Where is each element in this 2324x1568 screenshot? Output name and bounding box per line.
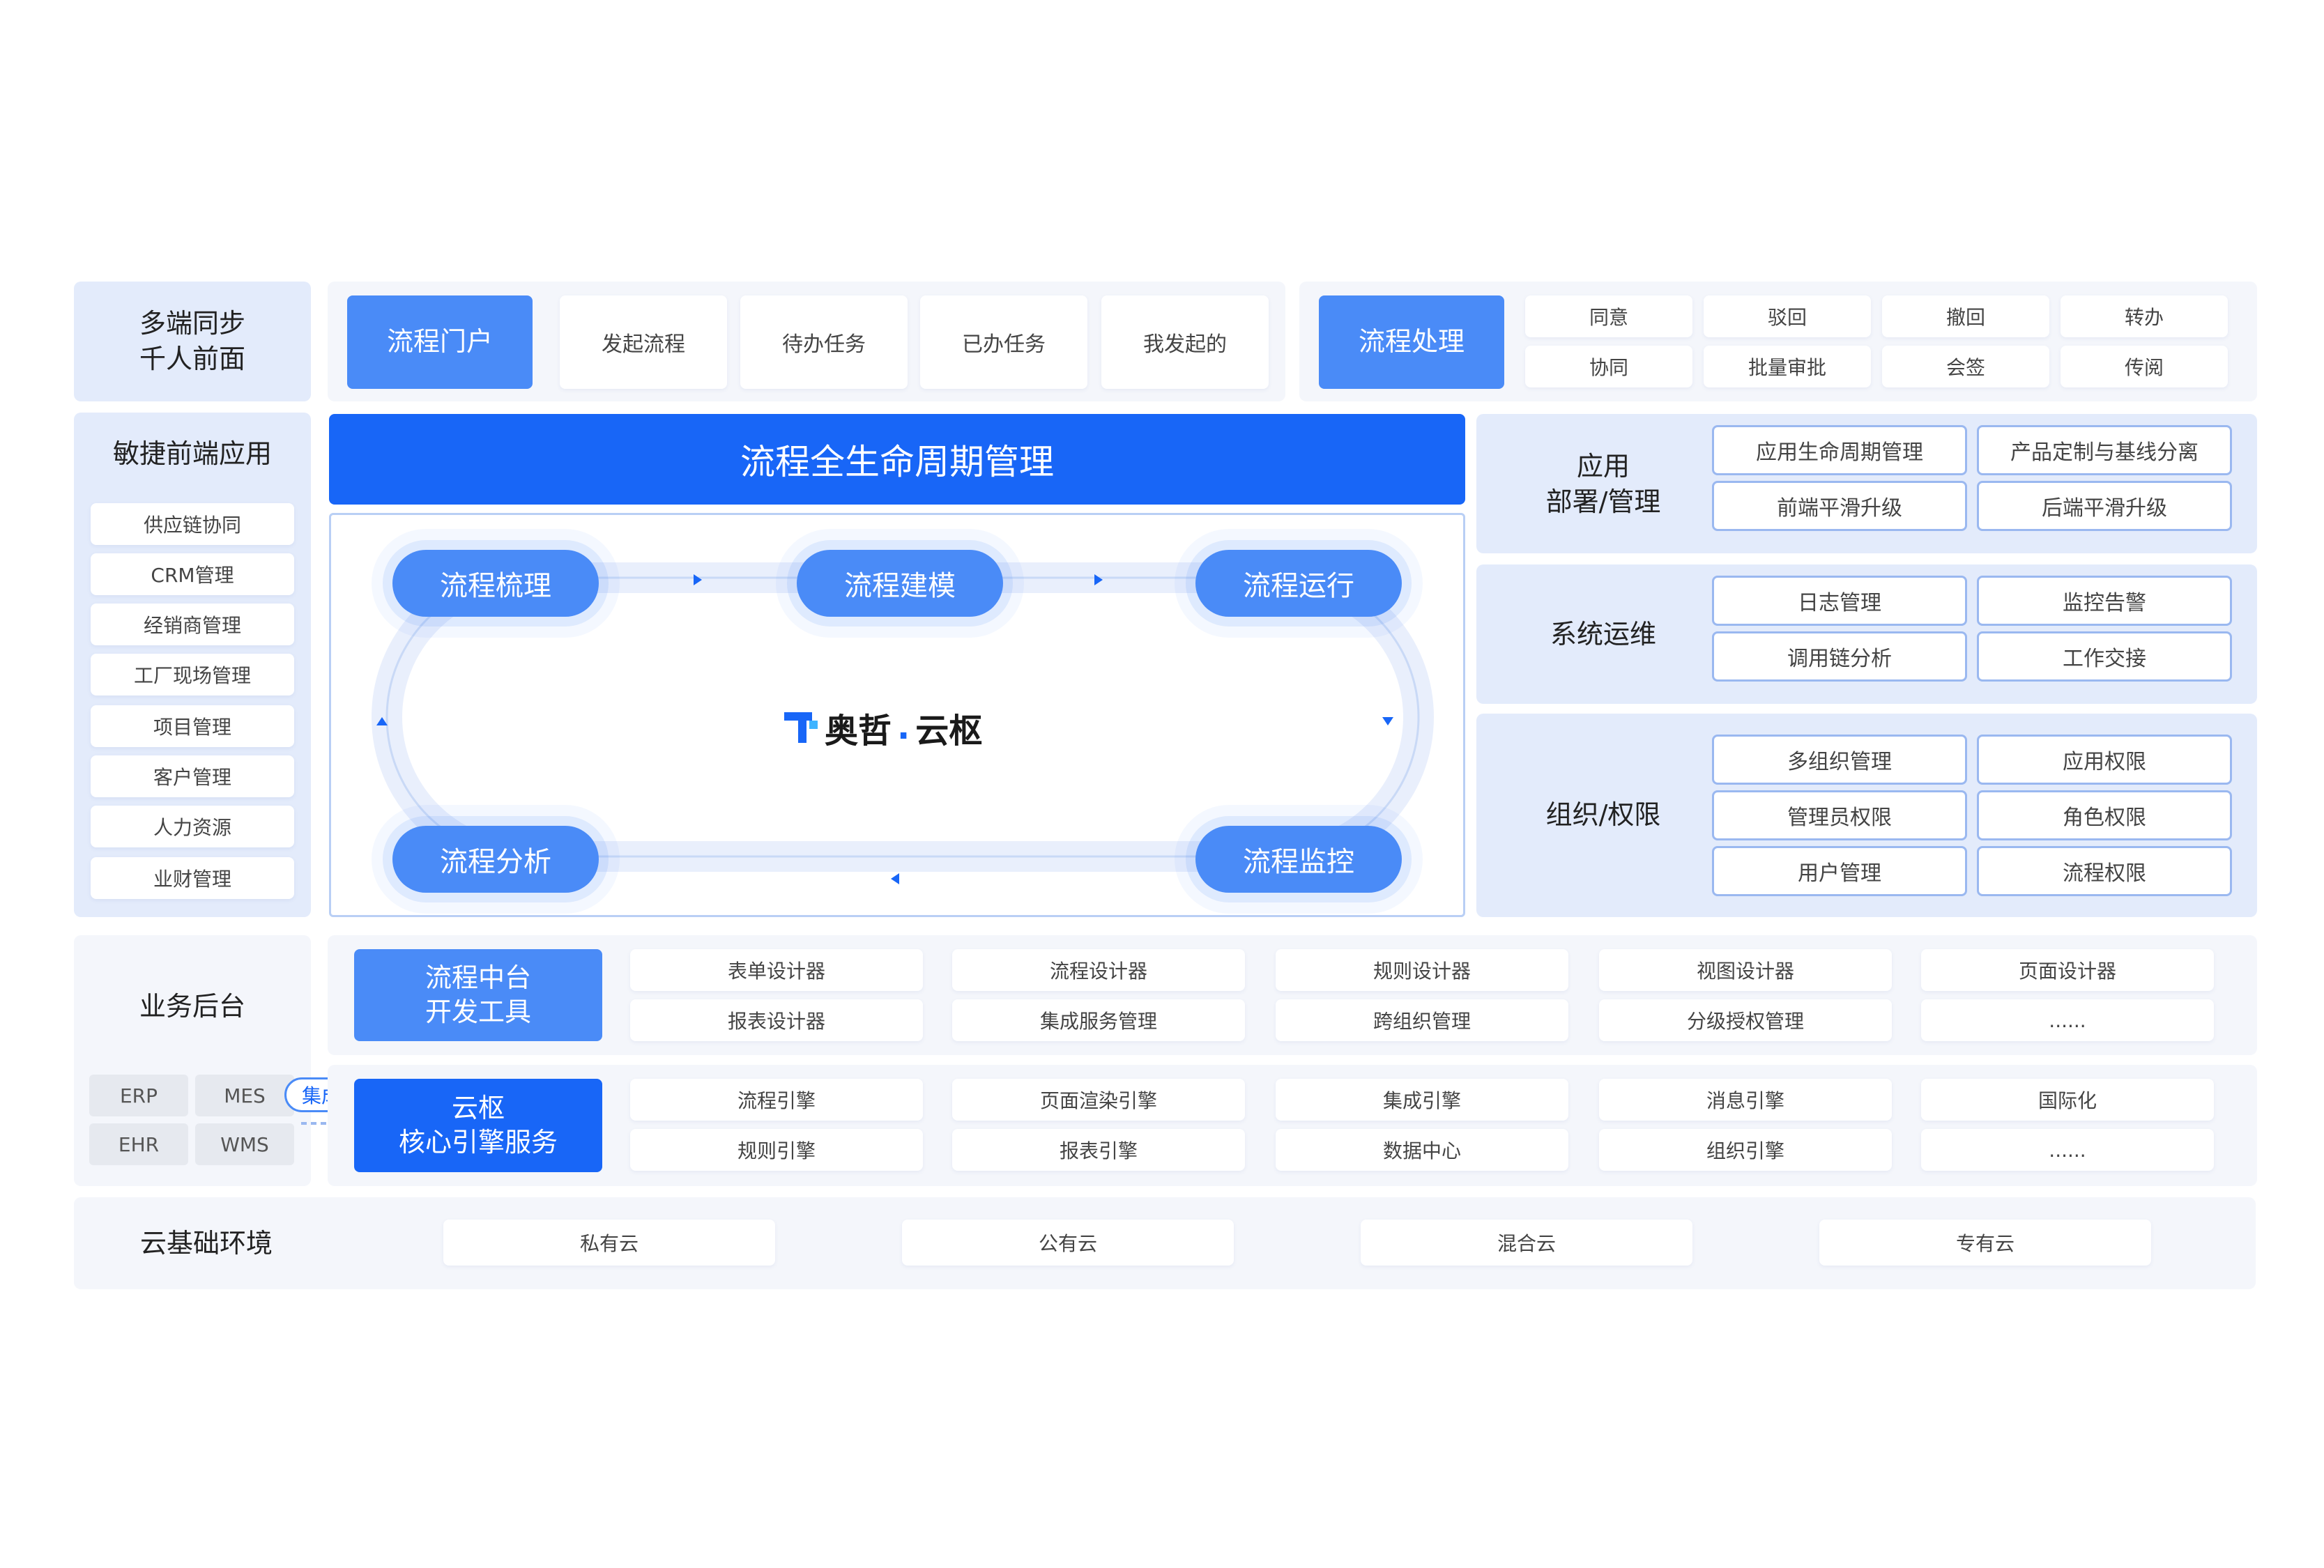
agile-item[interactable]: 项目管理 bbox=[91, 705, 294, 747]
engine-item[interactable]: 消息引擎 bbox=[1599, 1079, 1892, 1121]
agile-item[interactable]: 工厂现场管理 bbox=[91, 654, 294, 695]
engine-item[interactable]: 页面渲染引擎 bbox=[952, 1079, 1245, 1121]
brand-logo-icon bbox=[784, 712, 818, 743]
dev-item[interactable]: 分级授权管理 bbox=[1599, 999, 1892, 1041]
engine-item[interactable]: 组织引擎 bbox=[1599, 1129, 1892, 1171]
system-wms: WMS bbox=[195, 1123, 294, 1165]
stage-run[interactable]: 流程运行 bbox=[1195, 550, 1402, 617]
agile-item[interactable]: 经销商管理 bbox=[91, 604, 294, 645]
dev-item[interactable]: 集成服务管理 bbox=[952, 999, 1245, 1041]
org-item[interactable]: 应用权限 bbox=[1977, 735, 2232, 785]
org-item[interactable]: 角色权限 bbox=[1977, 790, 2232, 840]
engine-item[interactable]: 报表引擎 bbox=[952, 1129, 1245, 1171]
brand-name: 奥哲 bbox=[825, 712, 892, 751]
process-item-circulate[interactable]: 传阅 bbox=[2061, 346, 2228, 387]
process-button[interactable]: 流程处理 bbox=[1319, 295, 1504, 389]
dev-tools-button[interactable]: 流程中台 开发工具 bbox=[354, 949, 602, 1041]
portal-item-start[interactable]: 发起流程 bbox=[560, 295, 727, 389]
ops-label: 系统运维 bbox=[1550, 619, 1656, 650]
agile-item[interactable]: 客户管理 bbox=[91, 755, 294, 797]
cloud-dedicated[interactable]: 专有云 bbox=[1819, 1220, 2151, 1266]
org-item[interactable]: 流程权限 bbox=[1977, 846, 2232, 896]
dev-item[interactable]: 流程设计器 bbox=[952, 949, 1245, 991]
system-erp: ERP bbox=[89, 1075, 188, 1116]
org-item[interactable]: 多组织管理 bbox=[1712, 735, 1967, 785]
brand-product: 云枢 bbox=[915, 712, 983, 751]
portal-item-mine[interactable]: 我发起的 bbox=[1101, 295, 1269, 389]
core-engine-button[interactable]: 云枢 核心引擎服务 bbox=[354, 1079, 602, 1172]
portal-button[interactable]: 流程门户 bbox=[347, 295, 533, 389]
system-ehr: EHR bbox=[89, 1123, 188, 1165]
stage-model[interactable]: 流程建模 bbox=[797, 550, 1003, 617]
brand-dot: . bbox=[897, 708, 910, 747]
portal-item-done[interactable]: 已办任务 bbox=[920, 295, 1087, 389]
dev-item-more[interactable]: ...... bbox=[1921, 999, 2214, 1041]
process-item-withdraw[interactable]: 撤回 bbox=[1882, 295, 2049, 337]
dev-item[interactable]: 规则设计器 bbox=[1276, 949, 1568, 991]
agile-title: 敏捷前端应用 bbox=[112, 438, 272, 470]
ops-item[interactable]: 日志管理 bbox=[1712, 576, 1967, 626]
process-item-transfer[interactable]: 转办 bbox=[2061, 295, 2228, 337]
lifecycle-header: 流程全生命周期管理 bbox=[329, 414, 1465, 505]
arrow-left-icon bbox=[891, 873, 899, 884]
deploy-label: 应用 部署/管理 bbox=[1545, 450, 1661, 517]
stage-monitor[interactable]: 流程监控 bbox=[1195, 826, 1402, 893]
process-item-reject[interactable]: 驳回 bbox=[1704, 295, 1871, 337]
agile-item[interactable]: 供应链协同 bbox=[91, 503, 294, 545]
dev-item[interactable]: 表单设计器 bbox=[630, 949, 923, 991]
portal-item-todo[interactable]: 待办任务 bbox=[740, 295, 908, 389]
engine-item[interactable]: 国际化 bbox=[1921, 1079, 2214, 1121]
cloud-label: 云基础环境 bbox=[139, 1228, 273, 1259]
system-mes: MES bbox=[195, 1075, 294, 1116]
dev-item[interactable]: 跨组织管理 bbox=[1276, 999, 1568, 1041]
multi-end-label: 多端同步 千人前面 bbox=[74, 282, 311, 401]
org-label: 组织/权限 bbox=[1545, 799, 1661, 831]
agile-item[interactable]: CRM管理 bbox=[91, 553, 294, 595]
engine-item-more[interactable]: ...... bbox=[1921, 1129, 2214, 1171]
stage-analysis[interactable]: 流程分析 bbox=[392, 826, 599, 893]
backend-label: 业务后台 bbox=[139, 991, 245, 1022]
org-item[interactable]: 管理员权限 bbox=[1712, 790, 1967, 840]
ops-item[interactable]: 监控告警 bbox=[1977, 576, 2232, 626]
deploy-item[interactable]: 后端平滑升级 bbox=[1977, 481, 2232, 531]
process-item-collab[interactable]: 协同 bbox=[1525, 346, 1692, 387]
arrow-down-icon bbox=[1382, 717, 1393, 725]
engine-item[interactable]: 数据中心 bbox=[1276, 1129, 1568, 1171]
engine-item[interactable]: 集成引擎 bbox=[1276, 1079, 1568, 1121]
org-item[interactable]: 用户管理 bbox=[1712, 846, 1967, 896]
cloud-public[interactable]: 公有云 bbox=[902, 1220, 1234, 1266]
dev-item[interactable]: 页面设计器 bbox=[1921, 949, 2214, 991]
process-item-agree[interactable]: 同意 bbox=[1525, 295, 1692, 337]
agile-item[interactable]: 人力资源 bbox=[91, 806, 294, 847]
deploy-item[interactable]: 前端平滑升级 bbox=[1712, 481, 1967, 531]
ops-item[interactable]: 调用链分析 bbox=[1712, 631, 1967, 682]
deploy-item[interactable]: 应用生命周期管理 bbox=[1712, 425, 1967, 475]
process-item-cosign[interactable]: 会签 bbox=[1882, 346, 2049, 387]
engine-item[interactable]: 规则引擎 bbox=[630, 1129, 923, 1171]
brand-logo: 奥哲 . 云枢 bbox=[784, 703, 1021, 752]
dev-item[interactable]: 视图设计器 bbox=[1599, 949, 1892, 991]
agile-item[interactable]: 业财管理 bbox=[91, 857, 294, 899]
ops-item[interactable]: 工作交接 bbox=[1977, 631, 2232, 682]
stage-sort[interactable]: 流程梳理 bbox=[392, 550, 599, 617]
lifecycle-canvas: 流程梳理 流程建模 流程运行 流程监控 流程分析 奥哲 . 云枢 bbox=[329, 513, 1465, 917]
cloud-hybrid[interactable]: 混合云 bbox=[1361, 1220, 1692, 1266]
dev-item[interactable]: 报表设计器 bbox=[630, 999, 923, 1041]
deploy-item[interactable]: 产品定制与基线分离 bbox=[1977, 425, 2232, 475]
process-item-batch[interactable]: 批量审批 bbox=[1704, 346, 1871, 387]
engine-item[interactable]: 流程引擎 bbox=[630, 1079, 923, 1121]
cloud-private[interactable]: 私有云 bbox=[443, 1220, 775, 1266]
